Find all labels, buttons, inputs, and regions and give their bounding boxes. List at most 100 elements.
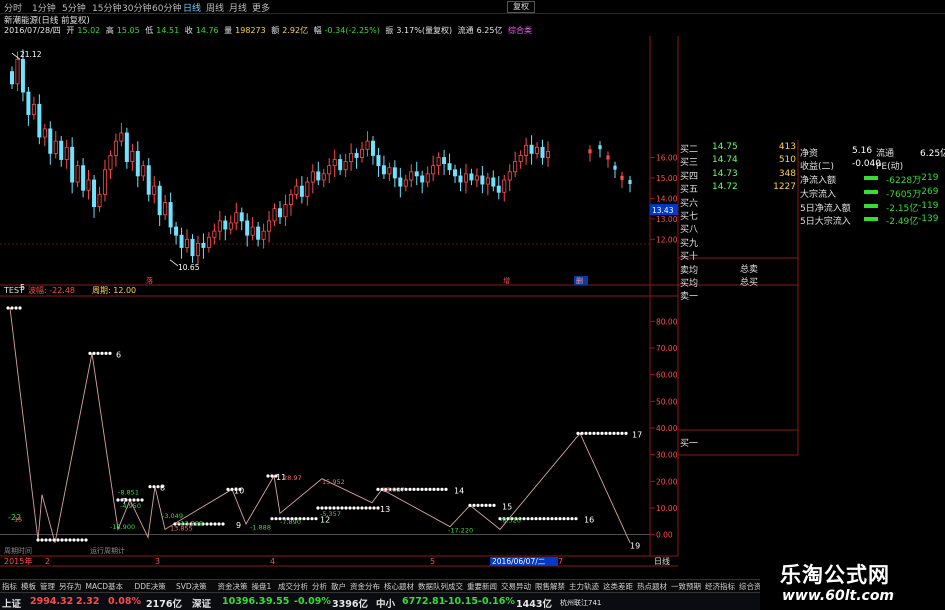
stat-label: 5日大宗流入 xyxy=(800,217,851,227)
indicator-axis-label: 80.00 xyxy=(656,317,678,326)
toolbar-button[interactable]: DDE决策 xyxy=(135,581,166,592)
toolbar-button[interactable]: SVD决策 xyxy=(176,581,207,592)
indicator-dot xyxy=(580,431,584,435)
candle-body xyxy=(53,140,58,154)
high-mark-label: 21.12 xyxy=(20,50,42,59)
indicator-dot xyxy=(266,474,270,478)
price-axis-label: 15.00 xyxy=(656,174,678,183)
candle-body xyxy=(102,169,107,195)
toolbar-button[interactable]: 资金决策 xyxy=(218,581,248,592)
candle-body xyxy=(92,179,97,207)
toolbar-button[interactable]: 数据队列成交 xyxy=(418,581,463,592)
indicator-axis-label: 60.00 xyxy=(656,371,678,380)
indicator-dot xyxy=(574,517,578,521)
candle-body xyxy=(436,157,441,167)
toolbar-button[interactable]: 分析 xyxy=(312,581,327,592)
toolbar-button[interactable]: 核心题材 xyxy=(384,581,414,592)
toolbar-button[interactable]: 另存为 xyxy=(59,581,82,592)
candle-body xyxy=(524,144,529,156)
toolbar-button[interactable]: 指标 xyxy=(2,581,17,592)
candle-body xyxy=(179,234,184,248)
candle-body xyxy=(420,175,425,183)
timeline-label: 2015年 xyxy=(4,556,32,566)
candle-body xyxy=(316,171,321,181)
indicator-small-label: -8.851 xyxy=(118,489,139,497)
candle-body xyxy=(458,175,463,183)
toolbar-button[interactable]: 主力轨迹 xyxy=(569,581,599,592)
indicator-dot xyxy=(570,517,574,521)
buy1-label: 买一 xyxy=(680,439,699,449)
chart-canvas[interactable]: 16.00 15.00 14.00 13.00 12.00 13.43 21.12 10.65… xyxy=(0,0,945,609)
candle-body xyxy=(409,171,414,181)
stat-value-2: -269 xyxy=(918,187,939,197)
candle-body xyxy=(277,208,282,218)
indicator-dot xyxy=(428,487,432,491)
toolbar-button[interactable]: 模板 xyxy=(21,581,36,592)
zx-amount: 1443亿 xyxy=(516,599,552,610)
indicator-dot xyxy=(18,306,22,310)
toolbar-button[interactable]: 热点题材 xyxy=(637,581,667,592)
toolbar-button[interactable]: 经济指标 xyxy=(705,581,735,592)
orderbook-price: 14.75 xyxy=(712,142,738,152)
indicator-dot xyxy=(310,517,314,521)
indicator-dot xyxy=(209,522,213,526)
indicator-dot xyxy=(52,538,56,542)
toolbar-button[interactable]: 散户 xyxy=(331,581,346,592)
candle-body xyxy=(327,165,332,175)
candle-body xyxy=(130,150,135,162)
low-marker-line xyxy=(169,259,179,267)
indicator-dot xyxy=(534,517,538,521)
indicator-dot xyxy=(584,431,588,435)
orderbook-level: 买九 xyxy=(680,238,699,249)
toolbar-button[interactable]: 这类差距 xyxy=(603,581,633,592)
toolbar-button[interactable]: 成交分析 xyxy=(278,581,308,592)
toolbar-button[interactable]: 交易异动 xyxy=(501,581,531,592)
watermark-title: 乐淘公式网 xyxy=(780,563,890,587)
orderbook-level: 买四 xyxy=(680,171,699,182)
toolbar-button[interactable]: 一致预期 xyxy=(671,581,701,592)
sh-pct: 0.08% xyxy=(108,596,141,607)
indicator-axis-label: 10.00 xyxy=(656,504,678,513)
indicator-dot xyxy=(376,487,380,491)
sh-change: 2.32 xyxy=(76,596,100,607)
watermark: 乐淘公式网 www.60lt.com xyxy=(760,555,945,609)
indicator-dot xyxy=(408,487,412,491)
toolbar-button[interactable]: 管理 xyxy=(40,581,55,592)
price-axis-label: 12.00 xyxy=(656,235,678,244)
candle-body xyxy=(453,169,458,177)
candle-body xyxy=(442,157,447,165)
stat-value-2: -139 xyxy=(918,214,939,224)
candle-body xyxy=(223,220,228,230)
indicator-small-label: -4.950 xyxy=(120,502,141,510)
candle-body xyxy=(321,173,326,181)
candle-body xyxy=(588,149,592,154)
candle-body xyxy=(31,103,36,115)
candle-body xyxy=(20,58,25,93)
timeline-label: 7 xyxy=(558,557,563,566)
orderbook-volume: 413 xyxy=(778,142,796,152)
toolbar-button[interactable]: 限售解禁 xyxy=(535,581,565,592)
indicator-dot xyxy=(476,503,480,507)
indicator-small-label: -7.890 xyxy=(280,518,301,526)
orderbook-level: 买五 xyxy=(680,185,699,196)
candle-body xyxy=(474,175,479,181)
toolbar-button[interactable]: 重要新闻 xyxy=(467,581,497,592)
indicator-dot xyxy=(562,517,566,521)
indicator-dot xyxy=(484,503,488,507)
toolbar-button[interactable]: 操盘1 xyxy=(252,581,272,592)
orderbook-level: 买三 xyxy=(680,158,699,169)
sz-amount: 3396亿 xyxy=(332,599,368,610)
zx-pct: -0.16% xyxy=(478,596,515,607)
candle-body xyxy=(343,161,348,171)
indicator-dot xyxy=(550,517,554,521)
indicator-label: 5 xyxy=(20,283,25,292)
event-marker: 增 xyxy=(503,276,510,285)
candle-body xyxy=(81,165,86,191)
orderbook-volume: 348 xyxy=(778,168,796,179)
toolbar-button[interactable]: MACD基本 xyxy=(86,581,123,592)
indicator-footer: 周期时间 xyxy=(4,546,32,555)
indicator-dot xyxy=(217,522,221,526)
indicator-dot xyxy=(596,431,600,435)
indicator-dot xyxy=(488,503,492,507)
toolbar-button[interactable]: 资金分布 xyxy=(350,581,380,592)
